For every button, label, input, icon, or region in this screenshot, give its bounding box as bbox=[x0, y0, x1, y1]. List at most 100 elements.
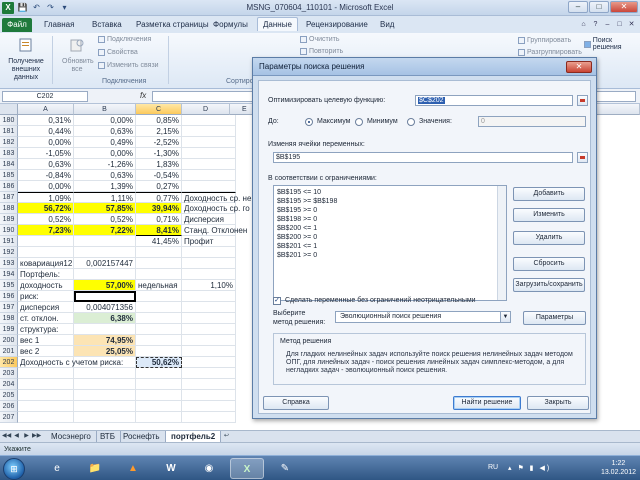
cell-a187[interactable]: 1,09% bbox=[18, 192, 74, 203]
cell-b200[interactable]: 74,95% bbox=[74, 335, 136, 346]
solve-button[interactable]: Найти решение bbox=[453, 396, 521, 410]
max-radio[interactable] bbox=[305, 118, 313, 126]
cell-d193[interactable] bbox=[182, 258, 236, 269]
taskbar-word-icon[interactable]: W bbox=[154, 458, 188, 479]
row-header[interactable]: 207 bbox=[0, 412, 18, 423]
row-header[interactable]: 183 bbox=[0, 148, 18, 159]
language-indicator[interactable]: RU bbox=[488, 464, 498, 471]
value-input[interactable]: 0 bbox=[478, 116, 586, 127]
row-header[interactable]: 200 bbox=[0, 335, 18, 346]
get-external-data-button[interactable]: Получение внешних данных bbox=[4, 37, 48, 82]
cell-c186[interactable]: 0,27% bbox=[136, 181, 182, 192]
cell-c182[interactable]: -2,52% bbox=[136, 137, 182, 148]
taskbar-vlc-icon[interactable]: ▲ bbox=[116, 458, 150, 479]
cell-d192[interactable] bbox=[182, 247, 236, 258]
row-header[interactable]: 198 bbox=[0, 313, 18, 324]
row-header[interactable]: 205 bbox=[0, 390, 18, 401]
row-header[interactable]: 197 bbox=[0, 302, 18, 313]
cell-a199[interactable]: структура: bbox=[18, 324, 74, 335]
tab-home[interactable]: Главная bbox=[44, 20, 74, 29]
cell-c189[interactable]: 0,71% bbox=[136, 214, 182, 225]
cell-c194[interactable] bbox=[136, 269, 182, 280]
cell-d182[interactable] bbox=[182, 137, 236, 148]
row-header[interactable]: 204 bbox=[0, 379, 18, 390]
cell-c180[interactable]: 0,85% bbox=[136, 115, 182, 126]
constraint-item[interactable]: $B$200 <= 1 bbox=[277, 225, 317, 232]
constraint-item[interactable]: $B$200 >= 0 bbox=[277, 234, 317, 241]
constraints-list[interactable]: $B$195 <= 10 $B$195 >= $B$198 $B$195 >= 0 $… bbox=[273, 185, 507, 301]
cell-a200[interactable]: вес 1 bbox=[18, 335, 74, 346]
clock[interactable]: 1:22 13.02.2012 bbox=[601, 459, 636, 477]
cell-c193[interactable] bbox=[136, 258, 182, 269]
cell-c203[interactable] bbox=[136, 368, 182, 379]
row-header[interactable]: 184 bbox=[0, 159, 18, 170]
cell-c192[interactable] bbox=[136, 247, 182, 258]
row-header[interactable]: 201 bbox=[0, 346, 18, 357]
cell-c207[interactable] bbox=[136, 412, 182, 423]
row-header[interactable]: 194 bbox=[0, 269, 18, 280]
taskbar-paint-icon[interactable]: ✎ bbox=[268, 458, 302, 479]
cell-a190[interactable]: 7,23% bbox=[18, 225, 74, 236]
cell-d204[interactable] bbox=[182, 379, 236, 390]
cell-b207[interactable] bbox=[74, 412, 136, 423]
cell-d196[interactable] bbox=[182, 291, 236, 302]
tab-view[interactable]: Вид bbox=[380, 20, 394, 29]
cell-a180[interactable]: 0,31% bbox=[18, 115, 74, 126]
cell-a197[interactable]: дисперсия bbox=[18, 302, 74, 313]
cell-a194[interactable]: Портфель: bbox=[18, 269, 74, 280]
cell-d207[interactable] bbox=[182, 412, 236, 423]
add-constraint-button[interactable]: Добавить bbox=[513, 187, 585, 201]
cell-d205[interactable] bbox=[182, 390, 236, 401]
cell-b185[interactable]: 0,63% bbox=[74, 170, 136, 181]
sheet-tab-rosneft[interactable]: Роснефть bbox=[118, 431, 166, 442]
connections-button[interactable]: Подключения bbox=[98, 36, 151, 43]
cell-c183[interactable]: -1,30% bbox=[136, 148, 182, 159]
row-header[interactable]: 206 bbox=[0, 401, 18, 412]
refresh-all-button[interactable]: Обновить все bbox=[62, 37, 94, 74]
constraint-item[interactable]: $B$195 >= $B$198 bbox=[277, 198, 337, 205]
cell-a198[interactable]: ст. отклон. bbox=[18, 313, 74, 324]
reapply-filter-button[interactable]: Повторить bbox=[300, 48, 343, 55]
cell-a207[interactable] bbox=[18, 412, 74, 423]
first-sheet-icon[interactable]: ◀◀ bbox=[2, 432, 11, 441]
group-button[interactable]: Группировать bbox=[518, 37, 571, 44]
cell-b186[interactable]: 1,39% bbox=[74, 181, 136, 192]
cell-c185[interactable]: -0,54% bbox=[136, 170, 182, 181]
cell-c198[interactable] bbox=[136, 313, 182, 324]
help-button[interactable]: Справка bbox=[263, 396, 329, 410]
value-radio[interactable] bbox=[407, 118, 415, 126]
insert-sheet-icon[interactable]: ↩ bbox=[222, 432, 231, 441]
cell-b187[interactable]: 1,11% bbox=[74, 192, 136, 203]
cell-b181[interactable]: 0,63% bbox=[74, 126, 136, 137]
cell-b202[interactable] bbox=[74, 357, 136, 368]
workbook-close-icon[interactable]: ✕ bbox=[627, 20, 636, 29]
cell-c200[interactable] bbox=[136, 335, 182, 346]
cell-b193[interactable]: 0,002157447 bbox=[74, 258, 136, 269]
cell-b184[interactable]: -1,26% bbox=[74, 159, 136, 170]
cell-a185[interactable]: -0,84% bbox=[18, 170, 74, 181]
row-header[interactable]: 189 bbox=[0, 214, 18, 225]
cell-b204[interactable] bbox=[74, 379, 136, 390]
start-button[interactable]: ⊞ bbox=[3, 458, 25, 480]
column-header-a[interactable]: A bbox=[18, 104, 74, 115]
cell-a181[interactable]: 0,44% bbox=[18, 126, 74, 137]
cell-d206[interactable] bbox=[182, 401, 236, 412]
cell-c191[interactable]: 41,45% bbox=[136, 236, 182, 247]
taskbar-chrome-icon[interactable]: ◉ bbox=[192, 458, 226, 479]
cell-d200[interactable] bbox=[182, 335, 236, 346]
row-header[interactable]: 191 bbox=[0, 236, 18, 247]
method-select[interactable]: Эволюционный поиск решения ▼ bbox=[335, 311, 511, 323]
cell-d188[interactable]: Доходность ср. го bbox=[182, 203, 250, 214]
help-icon[interactable]: ? bbox=[591, 20, 600, 29]
name-box[interactable]: C202 bbox=[2, 91, 88, 102]
cell-b197[interactable]: 0,004071356 bbox=[74, 302, 136, 313]
cell-c199[interactable] bbox=[136, 324, 182, 335]
row-header[interactable]: 196 bbox=[0, 291, 18, 302]
constraint-item[interactable]: $B$198 >= 0 bbox=[277, 216, 317, 223]
cell-a184[interactable]: 0,63% bbox=[18, 159, 74, 170]
row-header[interactable]: 202 bbox=[0, 357, 18, 368]
cell-c197[interactable] bbox=[136, 302, 182, 313]
ungroup-button[interactable]: Разгруппировать bbox=[518, 49, 582, 56]
row-header[interactable]: 195 bbox=[0, 280, 18, 291]
maximize-button[interactable]: □ bbox=[589, 1, 609, 13]
